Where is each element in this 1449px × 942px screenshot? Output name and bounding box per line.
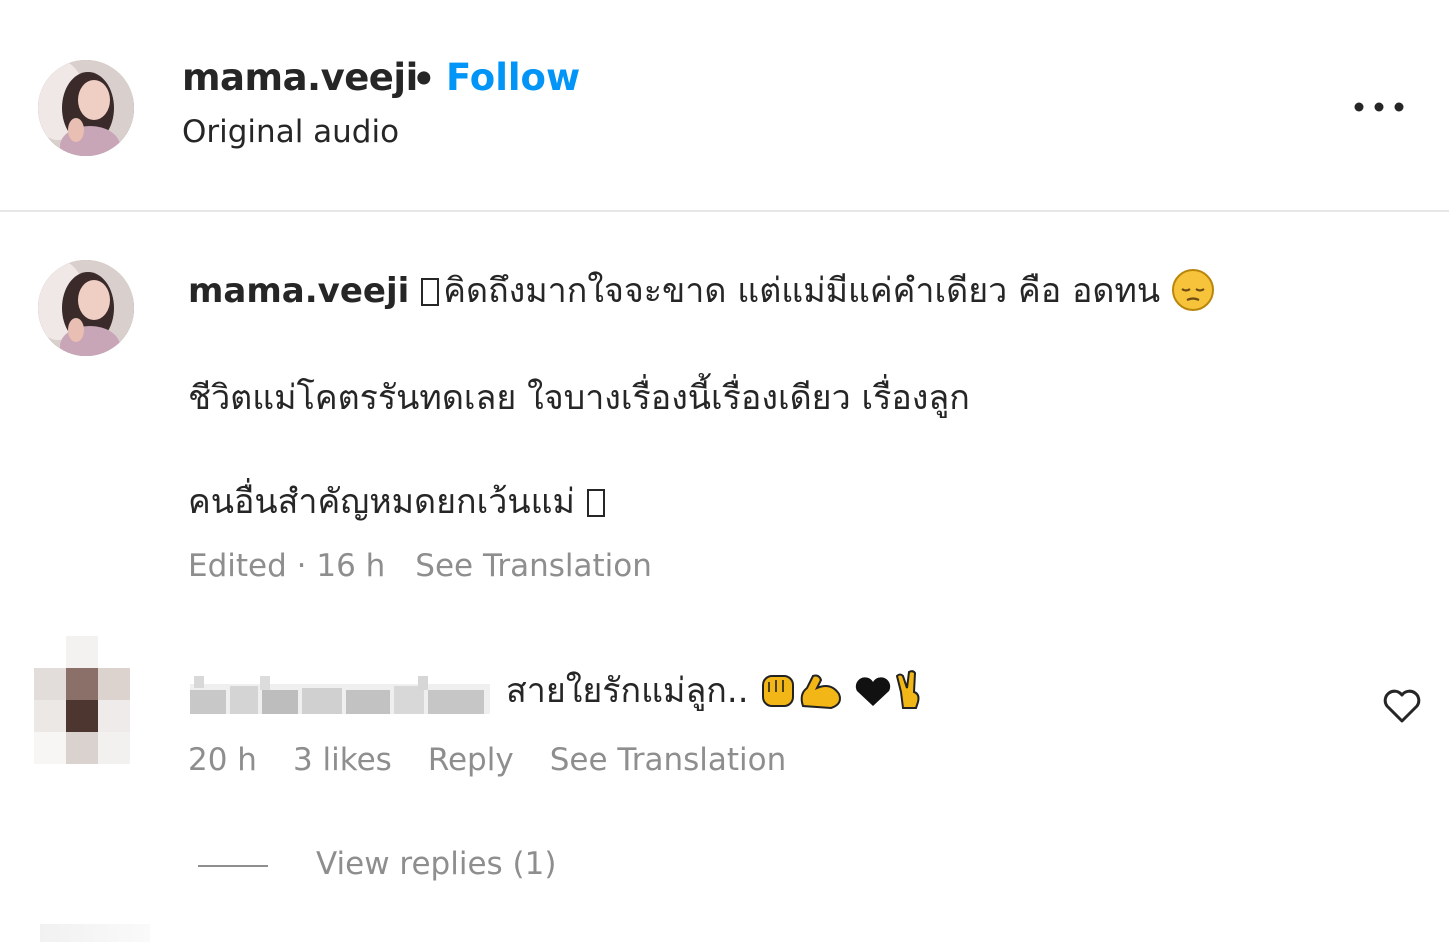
view-replies-button[interactable]: View replies (1) (198, 846, 556, 882)
profile-photo (38, 60, 134, 156)
missing-glyph-icon (586, 489, 605, 517)
avatar[interactable] (38, 60, 134, 156)
replies-line-divider (198, 864, 268, 867)
comment-meta: 20 h 3 likes Reply See Translation (188, 742, 822, 778)
see-translation-link[interactable]: See Translation (415, 548, 652, 584)
comment-timestamp: 20 h (188, 742, 257, 778)
raised-fist-icon (762, 675, 795, 707)
caption-meta: Edited · 16 h See Translation (188, 548, 652, 584)
heart-outline-icon[interactable] (1382, 688, 1422, 724)
caption-username[interactable]: mama.veeji (188, 271, 409, 311)
next-comment-avatar-partial (40, 924, 150, 942)
caption-line-1: mama.veeji คิดถึงมากใจจะขาด แต่แม่มีแค่คำ… (188, 268, 1215, 313)
post-comments-panel: mama.veeji • Follow Original audio mama.… (0, 0, 1449, 942)
caption-line-2: ชีวิตแม่โคตรรันทดเลย ใจบางเรื่องนี้เรื่อ… (188, 378, 970, 418)
commenter-username-blurred[interactable] (190, 676, 490, 714)
comment-likes-count[interactable]: 3 likes (293, 742, 392, 778)
comment-text: สายใยรักแม่ลูก.. (506, 668, 935, 713)
comment-body: สายใยรักแม่ลูก.. (506, 671, 749, 711)
caption-text-1: คิดถึงมากใจจะขาด แต่แม่มีแค่คำเดียว คือ … (443, 271, 1161, 311)
post-header: mama.veeji • Follow Original audio (0, 0, 1449, 212)
caption-text-3: คนอื่นสำคัญหมดยกเว้นแม่ (188, 482, 575, 522)
audio-label[interactable]: Original audio (182, 114, 399, 150)
flexed-biceps-icon (801, 674, 842, 710)
caption-line-3: คนอื่นสำคัญหมดยกเว้นแม่ (188, 480, 609, 524)
black-heart-icon (856, 677, 891, 706)
pensive-face-icon (1171, 269, 1214, 311)
victory-hand-icon (896, 670, 920, 709)
missing-glyph-icon (421, 278, 440, 306)
profile-photo (38, 260, 134, 356)
reply-button[interactable]: Reply (428, 742, 514, 778)
post-author-username[interactable]: mama.veeji (182, 56, 418, 99)
follow-button[interactable]: Follow (446, 56, 580, 99)
caption-avatar[interactable] (38, 260, 134, 356)
see-translation-link[interactable]: See Translation (550, 742, 787, 778)
more-horizontal-icon[interactable] (1352, 96, 1406, 118)
header-divider (0, 210, 1449, 212)
separator-dot: • (412, 58, 436, 101)
caption-timestamp: Edited · 16 h (188, 548, 386, 584)
commenter-avatar-blurred[interactable] (34, 636, 130, 764)
view-replies-label: View replies (1) (316, 846, 557, 882)
comment-emojis (762, 670, 920, 710)
